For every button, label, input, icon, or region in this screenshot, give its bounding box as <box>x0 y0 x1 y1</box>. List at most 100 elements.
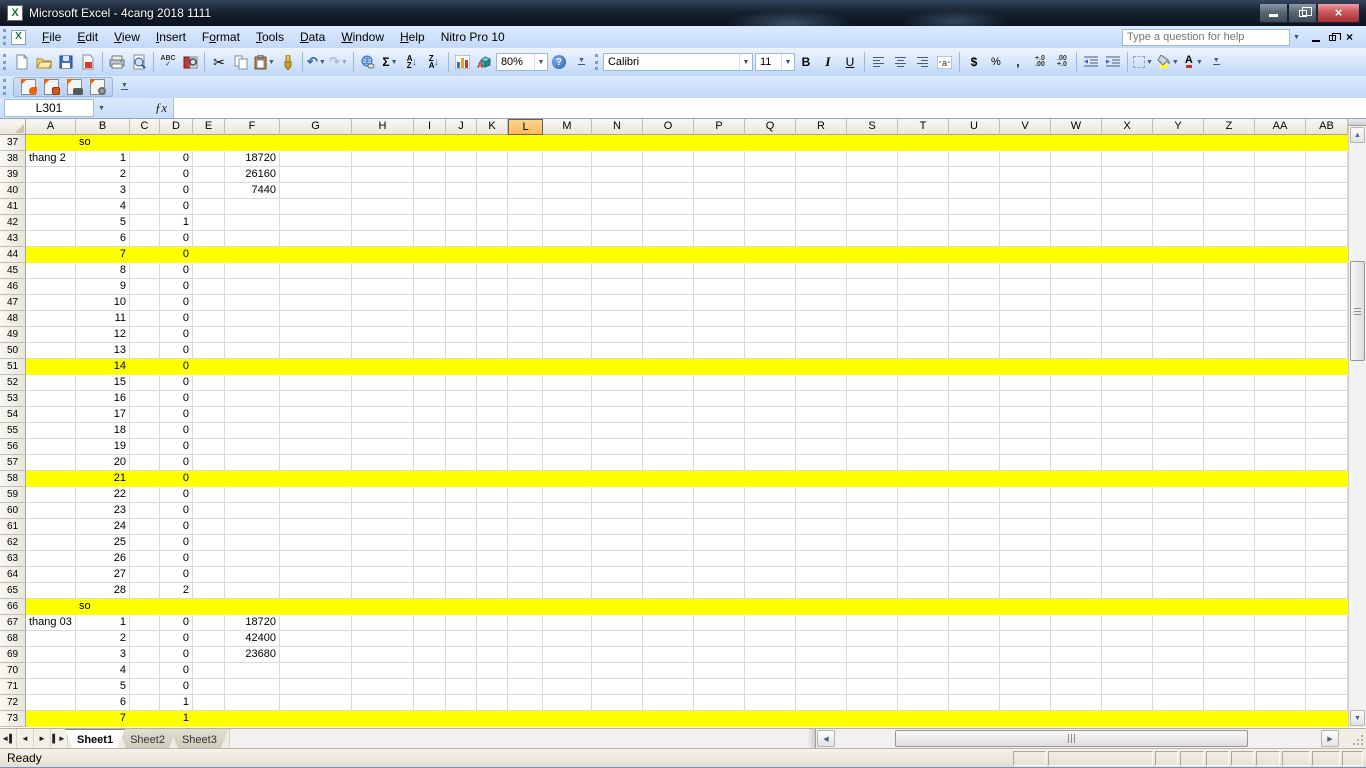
cell-G71[interactable] <box>280 679 352 695</box>
cell-B48[interactable]: 11 <box>76 311 130 327</box>
cell-Z59[interactable] <box>1204 487 1255 503</box>
cell-A38[interactable]: thang 2 <box>26 151 76 167</box>
cell-U71[interactable] <box>949 679 1000 695</box>
cell-S38[interactable] <box>847 151 898 167</box>
cell-G67[interactable] <box>280 615 352 631</box>
cell-A39[interactable] <box>26 167 76 183</box>
cell-H47[interactable] <box>352 295 414 311</box>
cell-AB67[interactable] <box>1306 615 1348 631</box>
cell-A40[interactable] <box>26 183 76 199</box>
cell-K73[interactable] <box>477 711 508 727</box>
cell-W43[interactable] <box>1051 231 1102 247</box>
cell-Y48[interactable] <box>1153 311 1204 327</box>
create-pdf-email-icon[interactable] <box>67 79 83 95</box>
cell-N45[interactable] <box>592 263 643 279</box>
row-header-51[interactable]: 51 <box>0 359 26 375</box>
cell-E37[interactable] <box>193 135 225 151</box>
cell-F73[interactable] <box>225 711 280 727</box>
cell-L40[interactable] <box>508 183 543 199</box>
cell-Q48[interactable] <box>745 311 796 327</box>
cell-D55[interactable]: 0 <box>160 423 193 439</box>
cell-Y64[interactable] <box>1153 567 1204 583</box>
cell-AB66[interactable] <box>1306 599 1348 615</box>
cell-W55[interactable] <box>1051 423 1102 439</box>
cell-C69[interactable] <box>130 647 160 663</box>
cell-H70[interactable] <box>352 663 414 679</box>
cell-U59[interactable] <box>949 487 1000 503</box>
cell-U41[interactable] <box>949 199 1000 215</box>
cell-Y39[interactable] <box>1153 167 1204 183</box>
cell-N39[interactable] <box>592 167 643 183</box>
cell-H51[interactable] <box>352 359 414 375</box>
cell-AA60[interactable] <box>1255 503 1306 519</box>
cell-G59[interactable] <box>280 487 352 503</box>
cell-F52[interactable] <box>225 375 280 391</box>
cell-I48[interactable] <box>414 311 446 327</box>
cell-AA63[interactable] <box>1255 551 1306 567</box>
cell-S48[interactable] <box>847 311 898 327</box>
cell-D46[interactable]: 0 <box>160 279 193 295</box>
cell-W50[interactable] <box>1051 343 1102 359</box>
cell-J71[interactable] <box>446 679 477 695</box>
cell-T65[interactable] <box>898 583 949 599</box>
cell-O55[interactable] <box>643 423 694 439</box>
cell-B58[interactable]: 21 <box>76 471 130 487</box>
cell-AA37[interactable] <box>1255 135 1306 151</box>
cell-V64[interactable] <box>1000 567 1051 583</box>
cell-T52[interactable] <box>898 375 949 391</box>
cell-S44[interactable] <box>847 247 898 263</box>
cell-G63[interactable] <box>280 551 352 567</box>
cell-D62[interactable]: 0 <box>160 535 193 551</box>
cell-J73[interactable] <box>446 711 477 727</box>
cell-W61[interactable] <box>1051 519 1102 535</box>
cell-D40[interactable]: 0 <box>160 183 193 199</box>
cell-N55[interactable] <box>592 423 643 439</box>
cell-U42[interactable] <box>949 215 1000 231</box>
cell-G53[interactable] <box>280 391 352 407</box>
cell-T54[interactable] <box>898 407 949 423</box>
cell-K46[interactable] <box>477 279 508 295</box>
cell-K43[interactable] <box>477 231 508 247</box>
cell-I49[interactable] <box>414 327 446 343</box>
cell-V54[interactable] <box>1000 407 1051 423</box>
row-header-73[interactable]: 73 <box>0 711 26 727</box>
cell-T46[interactable] <box>898 279 949 295</box>
cell-AA71[interactable] <box>1255 679 1306 695</box>
cell-F65[interactable] <box>225 583 280 599</box>
cell-C58[interactable] <box>130 471 160 487</box>
cell-N59[interactable] <box>592 487 643 503</box>
cell-E64[interactable] <box>193 567 225 583</box>
cell-Y41[interactable] <box>1153 199 1204 215</box>
row-header-47[interactable]: 47 <box>0 295 26 311</box>
cell-Q54[interactable] <box>745 407 796 423</box>
cell-B62[interactable]: 25 <box>76 535 130 551</box>
cell-G52[interactable] <box>280 375 352 391</box>
cell-S69[interactable] <box>847 647 898 663</box>
cell-U51[interactable] <box>949 359 1000 375</box>
cell-F51[interactable] <box>225 359 280 375</box>
cell-T66[interactable] <box>898 599 949 615</box>
cell-O51[interactable] <box>643 359 694 375</box>
cell-X58[interactable] <box>1102 471 1153 487</box>
paste-button[interactable]: ▼ <box>253 51 276 73</box>
cell-B61[interactable]: 24 <box>76 519 130 535</box>
cell-T68[interactable] <box>898 631 949 647</box>
cell-H57[interactable] <box>352 455 414 471</box>
create-pdf-settings-icon[interactable] <box>90 79 106 95</box>
borders-button[interactable]: ▼ <box>1132 51 1154 73</box>
cell-C39[interactable] <box>130 167 160 183</box>
cell-X39[interactable] <box>1102 167 1153 183</box>
cell-D73[interactable]: 1 <box>160 711 193 727</box>
cell-V49[interactable] <box>1000 327 1051 343</box>
cell-M47[interactable] <box>543 295 592 311</box>
cell-E62[interactable] <box>193 535 225 551</box>
cell-H48[interactable] <box>352 311 414 327</box>
cell-I65[interactable] <box>414 583 446 599</box>
cell-G39[interactable] <box>280 167 352 183</box>
cell-R41[interactable] <box>796 199 847 215</box>
cell-P47[interactable] <box>694 295 745 311</box>
cell-Z46[interactable] <box>1204 279 1255 295</box>
cell-I42[interactable] <box>414 215 446 231</box>
cell-AA69[interactable] <box>1255 647 1306 663</box>
row-header-53[interactable]: 53 <box>0 391 26 407</box>
